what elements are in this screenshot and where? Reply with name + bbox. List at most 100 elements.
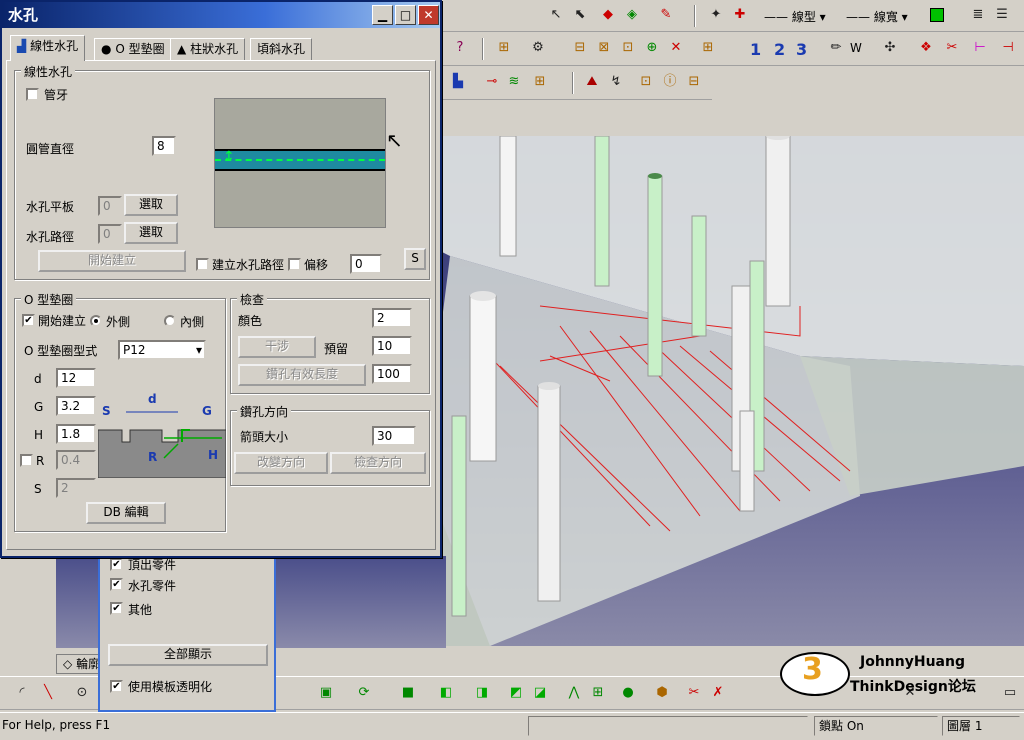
pipe-thread-checkbox[interactable] — [26, 88, 39, 101]
info-icon[interactable]: ⓘ — [660, 72, 680, 92]
paint-icon[interactable]: ✚ — [730, 5, 750, 25]
change-direction-button[interactable]: 改變方向 — [234, 452, 328, 474]
line-icon[interactable]: ╲ — [38, 683, 58, 703]
tool-l-icon[interactable]: ⊢ — [970, 38, 990, 58]
path-input[interactable]: 0 — [98, 224, 122, 244]
drill-length-input[interactable]: 100 — [372, 364, 412, 384]
tool-h-icon[interactable]: ⊞ — [698, 38, 718, 58]
g-input[interactable]: 3.2 — [56, 396, 96, 416]
oring-start-checkbox[interactable]: ✔ — [22, 314, 35, 327]
spring-icon[interactable]: ≋ — [504, 72, 524, 92]
tab-column-hole[interactable]: ▲ 柱狀水孔 — [170, 38, 246, 60]
cube-icon[interactable]: ■ — [398, 683, 418, 703]
tool-t-icon[interactable]: ⊟ — [684, 72, 704, 92]
r-input[interactable]: 0.4 — [56, 450, 96, 470]
grid-icon[interactable]: ⊞ — [588, 683, 608, 703]
r-checkbox[interactable] — [20, 454, 33, 467]
solid-green-icon[interactable]: ◈ — [622, 5, 642, 25]
tab-slant-hole[interactable]: 頃斜水孔 — [250, 38, 313, 60]
tool-n-icon[interactable]: ▙ — [448, 72, 468, 92]
tab-oring[interactable]: ● O 型墊圈 — [94, 38, 172, 60]
color-swatch[interactable] — [930, 8, 944, 22]
tool-q-icon[interactable]: ⛰ — [582, 72, 602, 92]
interfere-button[interactable]: 干涉 — [238, 336, 316, 358]
help-icon[interactable]: ? — [450, 38, 470, 58]
trim-icon[interactable]: ✗ — [708, 683, 728, 703]
select-plate-button[interactable]: 選取 — [124, 194, 178, 216]
view-2-button[interactable]: 2 — [774, 40, 785, 59]
arc-icon[interactable]: ◜ — [12, 683, 32, 703]
tool-i-icon[interactable]: ✣ — [880, 38, 900, 58]
color-input[interactable]: 2 — [372, 308, 412, 328]
3d-viewport[interactable] — [440, 136, 1024, 646]
solid-red-icon[interactable]: ◆ — [598, 5, 618, 25]
outer-radio[interactable] — [90, 315, 102, 327]
reserve-input[interactable]: 10 — [372, 336, 412, 356]
minimize-button[interactable]: ▁ — [372, 5, 393, 25]
arrow-size-input[interactable]: 30 — [372, 426, 416, 446]
pencil-icon[interactable]: ✏ — [826, 38, 846, 58]
box-icon[interactable]: ▣ — [316, 683, 336, 703]
view-3-button[interactable]: 3 — [796, 40, 807, 59]
tool-p-icon[interactable]: ⊞ — [530, 72, 550, 92]
s-input[interactable]: 2 — [56, 478, 96, 498]
tool-k-icon[interactable]: ✂ — [942, 38, 962, 58]
oring-type-select[interactable]: P12 ▾ — [118, 340, 206, 360]
h-input[interactable]: 1.8 — [56, 424, 96, 444]
close-button[interactable]: ✕ — [418, 5, 439, 25]
circle-icon[interactable]: ⊙ — [72, 683, 92, 703]
drill-length-button[interactable]: 鑽孔有效長度 — [238, 364, 366, 386]
build-path-checkbox[interactable] — [196, 258, 209, 271]
d-input[interactable]: 12 — [56, 368, 96, 388]
tool-b-icon[interactable]: ⚙ — [528, 38, 548, 58]
view-1-button[interactable]: 1 — [750, 40, 761, 59]
pen-icon[interactable]: ✎ — [656, 5, 676, 25]
offset-checkbox[interactable] — [288, 258, 301, 271]
other-checkbox[interactable]: ✔ — [110, 602, 123, 615]
tool-s-icon[interactable]: ⊡ — [636, 72, 656, 92]
tool-o-icon[interactable]: ⊸ — [482, 72, 502, 92]
maximize-button[interactable]: □ — [395, 5, 416, 25]
wand-icon[interactable]: ✦ — [706, 5, 726, 25]
rotate-icon[interactable]: ⟳ — [354, 683, 374, 703]
w-button[interactable]: W — [850, 41, 862, 55]
select-pick-icon[interactable]: ⬉ — [570, 5, 590, 25]
eject-parts-checkbox[interactable]: ✔ — [110, 558, 123, 571]
cube3-icon[interactable]: ◨ — [472, 683, 492, 703]
tab-linear-hole[interactable]: ▟ 線性水孔 — [10, 35, 86, 61]
pipe-diameter-input[interactable]: 8 — [152, 136, 176, 156]
show-all-button[interactable]: 全部顯示 — [108, 644, 268, 666]
db-edit-button[interactable]: DB 編輯 — [86, 502, 166, 524]
layer-icon[interactable]: ≣ — [968, 5, 988, 25]
stack-icon[interactable]: ☰ — [992, 5, 1012, 25]
start-build-button[interactable]: 開始建立 — [38, 250, 186, 272]
line-type-selector[interactable]: —— 線型 ▾ — [764, 8, 826, 25]
tool-m-icon[interactable]: ⊣ — [998, 38, 1018, 58]
tool-c-icon[interactable]: ⊟ — [570, 38, 590, 58]
cube4-icon[interactable]: ◩ — [506, 683, 526, 703]
select-arrow-icon[interactable]: ↖ — [546, 5, 566, 25]
part-icon[interactable]: ⬢ — [652, 683, 672, 703]
tool-d-icon[interactable]: ⊠ — [594, 38, 614, 58]
transparent-checkbox[interactable]: ✔ — [110, 680, 123, 693]
tool-r-icon[interactable]: ↯ — [606, 72, 626, 92]
tool-f-icon[interactable]: ⊕ — [642, 38, 662, 58]
cube5-icon[interactable]: ◪ — [530, 683, 550, 703]
tool-e-icon[interactable]: ⊡ — [618, 38, 638, 58]
line-width-selector[interactable]: —— 線寬 ▾ — [846, 8, 908, 25]
s-button[interactable]: S — [404, 248, 426, 270]
status-snap[interactable]: 鎖點 On — [814, 716, 938, 736]
plate-input[interactable]: 0 — [98, 196, 122, 216]
scissors-icon[interactable]: ✂ — [684, 683, 704, 703]
inner-radio[interactable] — [164, 315, 176, 327]
status-layer[interactable]: 圖層 1 — [942, 716, 1020, 736]
select-path-button[interactable]: 選取 — [124, 222, 178, 244]
check-direction-button[interactable]: 檢查方向 — [330, 452, 426, 474]
sphere-icon[interactable]: ● — [618, 683, 638, 703]
cube2-icon[interactable]: ◧ — [436, 683, 456, 703]
water-parts-checkbox[interactable]: ✔ — [110, 578, 123, 591]
tool-a-icon[interactable]: ⊞ — [494, 38, 514, 58]
spike-icon[interactable]: ⋀ — [564, 683, 584, 703]
offset-input[interactable]: 0 — [350, 254, 382, 274]
tool-g-icon[interactable]: ✕ — [666, 38, 686, 58]
